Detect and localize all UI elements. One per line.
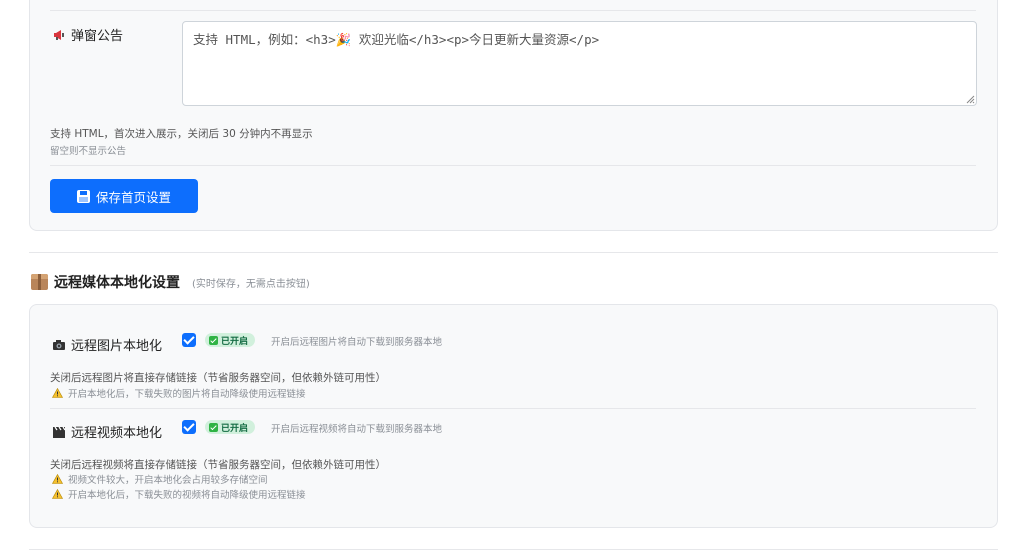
floppy-disk-icon bbox=[76, 189, 90, 203]
announcement-help-text: 支持 HTML，首次进入展示，关闭后 30 分钟内不再显示 bbox=[50, 128, 313, 140]
warning-icon bbox=[52, 474, 63, 484]
remote-image-localization-label: 远程图片本地化 bbox=[52, 335, 162, 354]
media-localization-heading: 远程媒体本地化设置 (实时保存，无需点击按钮) bbox=[31, 272, 310, 292]
divider bbox=[50, 408, 976, 409]
resize-handle-icon[interactable] bbox=[966, 95, 975, 104]
remote-video-warning: 开启本地化后，下载失败的视频将自动降级使用远程链接 bbox=[52, 487, 306, 501]
announcement-help-note: 留空则不显示公告 bbox=[50, 146, 127, 157]
remote-video-description: 关闭后远程视频将直接存储链接（节省服务器空间，但依赖外链可用性） bbox=[50, 459, 386, 471]
announcement-textarea[interactable] bbox=[182, 21, 977, 106]
section-divider bbox=[29, 252, 998, 253]
save-homepage-settings-button[interactable]: 保存首页设置 bbox=[50, 179, 198, 213]
package-icon bbox=[31, 274, 48, 290]
status-badge: 已开启 bbox=[205, 420, 256, 434]
remote-image-warning: 开启本地化后，下载失败的图片将自动降级使用远程链接 bbox=[52, 386, 306, 400]
check-icon bbox=[209, 422, 218, 432]
camera-icon bbox=[52, 338, 66, 352]
check-icon bbox=[209, 335, 218, 345]
warning-icon bbox=[52, 489, 63, 499]
remote-image-hint: 开启后远程图片将自动下载到服务器本地 bbox=[271, 337, 443, 348]
remote-image-localization-checkbox[interactable] bbox=[182, 333, 196, 347]
remote-video-hint: 开启后远程视频将自动下载到服务器本地 bbox=[271, 424, 443, 435]
clapperboard-icon bbox=[52, 425, 66, 439]
section-divider bbox=[29, 549, 998, 550]
warning-icon bbox=[52, 388, 63, 398]
announcement-label: 弹窗公告 bbox=[52, 25, 123, 44]
divider bbox=[50, 165, 976, 166]
megaphone-icon bbox=[52, 28, 66, 42]
remote-video-localization-label: 远程视频本地化 bbox=[52, 422, 162, 441]
remote-video-localization-checkbox[interactable] bbox=[182, 420, 196, 434]
remote-video-warning: 视频文件较大，开启本地化会占用较多存储空间 bbox=[52, 472, 268, 486]
divider bbox=[50, 10, 976, 11]
status-badge: 已开启 bbox=[205, 333, 256, 347]
remote-image-description: 关闭后远程图片将直接存储链接（节省服务器空间，但依赖外链可用性） bbox=[50, 372, 386, 384]
